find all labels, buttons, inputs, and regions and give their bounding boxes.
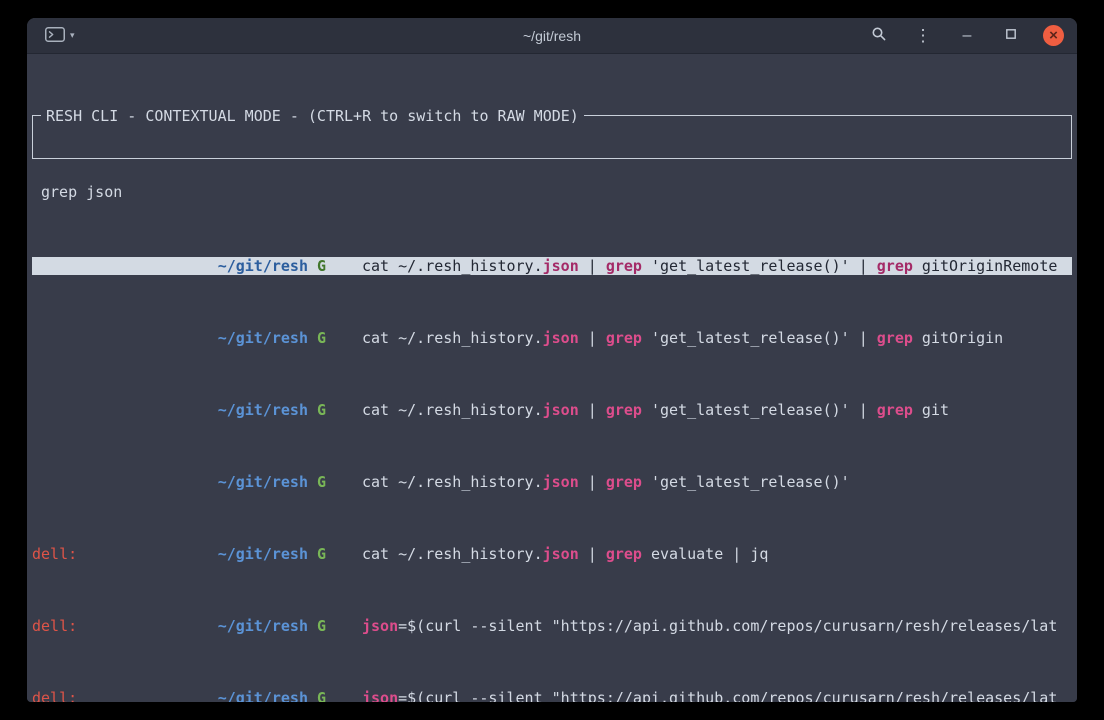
- flags-cell: G: [308, 473, 362, 491]
- git-flag: G: [317, 473, 326, 491]
- minimize-button[interactable]: –: [955, 24, 979, 48]
- history-row[interactable]: ~/git/resh G cat ~/.resh_history.json | …: [32, 257, 1072, 275]
- close-icon: ×: [1049, 27, 1058, 44]
- terminal-window: ▾ ~/git/resh ⋮ –: [27, 18, 1077, 702]
- history-row[interactable]: dell: ~/git/resh G json=$(curl --silent "…: [32, 689, 1072, 702]
- flags-cell: G: [308, 257, 362, 275]
- command-text: cat ~/.resh_history.json | grep 'get_lat…: [362, 257, 1072, 275]
- minimize-icon: –: [963, 28, 972, 44]
- location-cell: dell: ~/git/resh: [32, 617, 308, 635]
- history-row[interactable]: dell: ~/git/resh G cat ~/.resh_history.js…: [32, 545, 1072, 563]
- command-text: cat ~/.resh_history.json | grep 'get_lat…: [362, 473, 1072, 491]
- kebab-menu-icon: ⋮: [915, 27, 932, 44]
- terminal-content: RESH CLI - CONTEXTUAL MODE - (CTRL+R to …: [27, 55, 1077, 702]
- search-button[interactable]: [867, 24, 891, 48]
- chevron-down-icon: ▾: [70, 31, 75, 40]
- git-flag: G: [317, 689, 326, 702]
- directory-label: ~/git/resh: [218, 545, 308, 563]
- command-text: json=$(curl --silent "https://api.github…: [362, 617, 1072, 635]
- flags-cell: G: [308, 401, 362, 419]
- resh-header-box: RESH CLI - CONTEXTUAL MODE - (CTRL+R to …: [32, 115, 1072, 159]
- flags-cell: G: [308, 689, 362, 702]
- flags-cell: G: [308, 329, 362, 347]
- git-flag: G: [317, 401, 326, 419]
- location-cell: ~/git/resh: [32, 473, 308, 491]
- directory-label: ~/git/resh: [218, 473, 308, 491]
- search-query[interactable]: grep json: [41, 183, 1063, 201]
- location-cell: dell: ~/git/resh: [32, 545, 308, 563]
- history-row[interactable]: ~/git/resh G cat ~/.resh_history.json | …: [32, 473, 1072, 491]
- titlebar[interactable]: ▾ ~/git/resh ⋮ –: [27, 18, 1077, 54]
- command-text: cat ~/.resh_history.json | grep 'get_lat…: [362, 401, 1072, 419]
- close-button[interactable]: ×: [1043, 25, 1064, 46]
- terminal-icon: [45, 27, 65, 45]
- git-flag: G: [317, 257, 326, 275]
- git-flag: G: [317, 545, 326, 563]
- location-cell: ~/git/resh: [32, 257, 308, 275]
- directory-label: ~/git/resh: [218, 401, 308, 419]
- location-cell: ~/git/resh: [32, 329, 308, 347]
- host-label: dell:: [32, 617, 77, 635]
- location-cell: ~/git/resh: [32, 401, 308, 419]
- directory-label: ~/git/resh: [218, 257, 308, 275]
- directory-label: ~/git/resh: [218, 689, 308, 702]
- command-text: cat ~/.resh_history.json | grep 'get_lat…: [362, 329, 1072, 347]
- restore-icon: [1005, 28, 1017, 44]
- git-flag: G: [317, 617, 326, 635]
- mode-title: RESH CLI - CONTEXTUAL MODE - (CTRL+R to …: [41, 107, 584, 125]
- history-list: ~/git/resh G cat ~/.resh_history.json | …: [32, 221, 1072, 702]
- command-text: cat ~/.resh_history.json | grep evaluate…: [362, 545, 1072, 563]
- git-flag: G: [317, 329, 326, 347]
- directory-label: ~/git/resh: [218, 329, 308, 347]
- command-text: json=$(curl --silent "https://api.github…: [362, 689, 1072, 702]
- menu-button[interactable]: ⋮: [911, 24, 935, 48]
- new-terminal-button[interactable]: ▾: [41, 25, 79, 47]
- directory-label: ~/git/resh: [218, 617, 308, 635]
- flags-cell: G: [308, 617, 362, 635]
- history-row[interactable]: ~/git/resh G cat ~/.resh_history.json | …: [32, 329, 1072, 347]
- history-row[interactable]: ~/git/resh G cat ~/.resh_history.json | …: [32, 401, 1072, 419]
- host-label: dell:: [32, 689, 77, 702]
- flags-cell: G: [308, 545, 362, 563]
- location-cell: dell: ~/git/resh: [32, 689, 308, 702]
- restore-button[interactable]: [999, 24, 1023, 48]
- host-label: dell:: [32, 545, 77, 563]
- search-icon: [871, 26, 887, 46]
- history-row[interactable]: dell: ~/git/resh G json=$(curl --silent "…: [32, 617, 1072, 635]
